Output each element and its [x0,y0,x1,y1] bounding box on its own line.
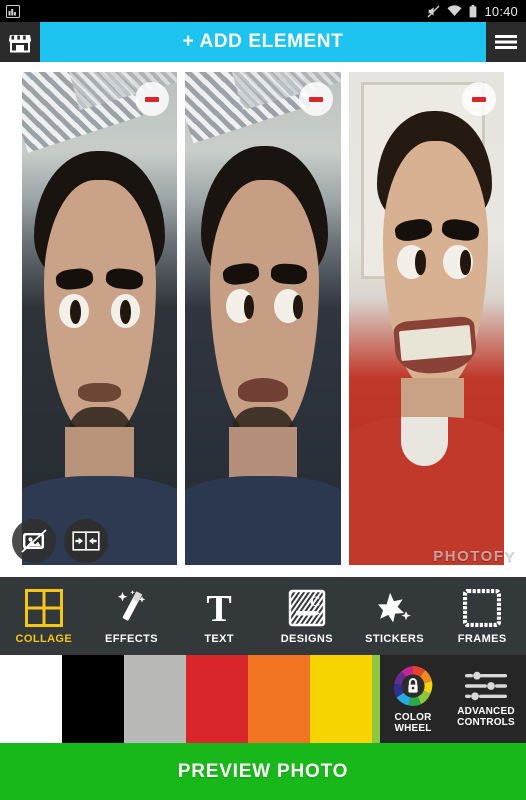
sliders-icon [463,670,509,702]
wifi-icon [447,5,462,17]
minus-icon [471,96,486,102]
tool-tab-bar: COLLAGE EFFECTS T TEXT C DESIGNS STICKER… [0,575,526,655]
app-root: 10:40 + ADD ELEMENT PHOTOFY COLLAGE EFFE… [0,0,526,800]
svg-text:T: T [206,589,231,627]
menu-button[interactable] [486,22,526,62]
store-button[interactable] [0,22,40,62]
status-bar-system-icons: 10:40 [427,4,518,19]
color-wheel-label: COLOR WHEEL [394,712,431,734]
status-bar: 10:40 [0,0,526,22]
design-card-icon: C [288,588,326,628]
image-icon [6,4,20,18]
advanced-line2: CONTROLS [457,717,515,728]
photo-1 [22,72,178,565]
tab-effects[interactable]: EFFECTS [88,577,176,655]
tab-frames[interactable]: FRAMES [438,577,526,655]
tab-label: TEXT [204,632,235,645]
image-slashed-icon [20,528,48,554]
stars-icon [375,588,414,628]
status-bar-clock: 10:40 [484,3,518,19]
canvas-tool-buttons [12,519,108,563]
collage-cell-3[interactable] [348,72,504,565]
preview-photo-button[interactable]: PREVIEW PHOTO [0,743,526,800]
color-swatch-gray[interactable] [124,655,186,743]
tab-collage[interactable]: COLLAGE [0,577,88,655]
color-swatch-orange[interactable] [248,655,310,743]
battery-icon [469,4,477,18]
color-wheel-lock-icon [391,664,435,708]
watermark: PHOTOFY [433,548,516,565]
collage-cell-1[interactable] [22,72,178,565]
swap-images-button[interactable] [64,519,108,563]
color-swatch-black[interactable] [62,655,124,743]
photo-2 [185,72,341,565]
advanced-line1: ADVANCED [457,706,515,717]
add-element-label: + ADD ELEMENT [182,31,344,52]
letter-t-icon: T [200,588,238,628]
color-swatch-yellow[interactable] [310,655,372,743]
color-swatch-white[interactable] [0,655,62,743]
add-element-button[interactable]: + ADD ELEMENT [40,22,486,62]
minus-icon [308,96,323,102]
color-wheel-line1: COLOR [394,712,432,723]
status-bar-notifications [6,4,20,18]
grid-icon [24,588,63,628]
color-wheel-line2: WHEEL [394,723,432,734]
silent-mode-icon [427,5,440,18]
tab-designs[interactable]: C DESIGNS [263,577,351,655]
hamburger-menu-icon [495,34,517,50]
left-right-arrows-icon [72,530,100,552]
tab-text[interactable]: T TEXT [175,577,263,655]
frame-icon [463,588,502,628]
color-swatch-green[interactable] [372,655,380,743]
svg-text:C: C [309,594,320,610]
tab-label: COLLAGE [15,632,73,645]
color-palette-row: COLOR WHEEL ADVANCED CONTROLS [0,655,526,743]
collage-canvas[interactable]: PHOTOFY [0,62,526,575]
preview-photo-label: PREVIEW PHOTO [177,760,349,782]
collage-grid [22,72,504,565]
tab-label: DESIGNS [280,632,333,645]
tab-label: STICKERS [365,632,424,645]
color-wheel-button[interactable]: COLOR WHEEL [380,655,446,743]
advanced-controls-label: ADVANCED CONTROLS [457,706,515,728]
remove-photo-button[interactable] [461,82,496,116]
tab-label: EFFECTS [105,632,158,645]
magic-wand-icon [113,588,151,628]
tab-stickers[interactable]: STICKERS [351,577,439,655]
hide-image-button[interactable] [12,519,56,563]
tab-label: FRAMES [457,632,507,645]
store-icon [8,32,32,53]
minus-icon [145,96,160,102]
app-header: + ADD ELEMENT [0,22,526,62]
collage-cell-2[interactable] [185,72,341,565]
color-swatch-red[interactable] [186,655,248,743]
remove-photo-button[interactable] [298,82,333,116]
advanced-controls-button[interactable]: ADVANCED CONTROLS [446,655,526,743]
photo-3 [348,72,504,565]
